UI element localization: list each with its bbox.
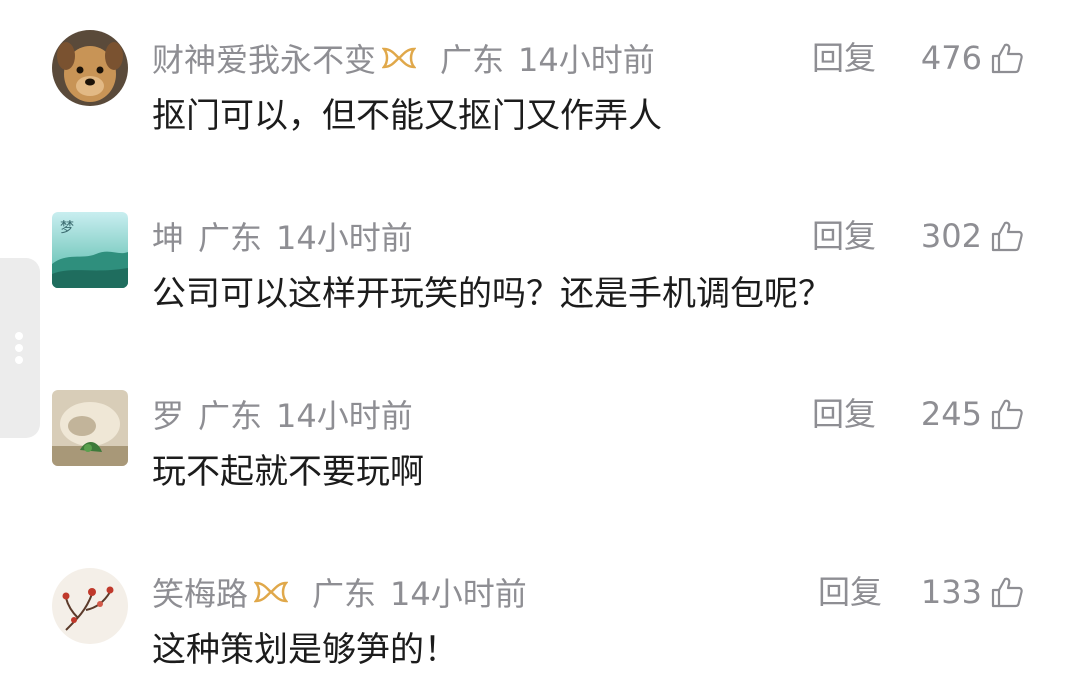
reply-button[interactable]: 回复 bbox=[812, 214, 876, 258]
username[interactable]: 笑梅路 bbox=[152, 569, 248, 615]
handle-dot bbox=[15, 344, 23, 352]
timestamp: 14小时前 bbox=[276, 397, 413, 435]
avatar-text: 梦 bbox=[60, 220, 74, 236]
handle-dot bbox=[15, 356, 23, 364]
thumbs-up-icon bbox=[990, 397, 1024, 431]
avatar[interactable] bbox=[52, 390, 128, 466]
comment-meta: 坤 广东 14小时前 bbox=[152, 214, 413, 258]
reply-button[interactable]: 回复 bbox=[812, 392, 876, 436]
location: 广东 bbox=[440, 41, 505, 79]
like-count: 302 bbox=[920, 217, 982, 255]
timestamp: 14小时前 bbox=[276, 219, 413, 257]
like-count: 245 bbox=[920, 395, 982, 433]
location: 广东 bbox=[198, 219, 263, 257]
comment-meta: 财神爱我永不变 广东 14小时前 bbox=[152, 36, 655, 80]
avatar[interactable]: 梦 bbox=[52, 212, 128, 288]
comment-meta: 笑梅路 广东 14小时前 bbox=[152, 570, 527, 614]
avatar[interactable] bbox=[52, 30, 128, 106]
username[interactable]: 罗 bbox=[152, 391, 184, 437]
location: 广东 bbox=[198, 397, 263, 435]
thumbs-up-icon bbox=[990, 41, 1024, 75]
like-button[interactable]: 133 bbox=[921, 570, 1024, 614]
timestamp: 14小时前 bbox=[390, 575, 527, 613]
like-button[interactable]: 302 bbox=[921, 214, 1024, 258]
like-button[interactable]: 245 bbox=[921, 392, 1024, 436]
gold-ribbon-badge-icon bbox=[254, 580, 289, 604]
location: 广东 bbox=[312, 575, 377, 613]
reply-button[interactable]: 回复 bbox=[812, 36, 876, 80]
timestamp: 14小时前 bbox=[518, 41, 655, 79]
like-button[interactable]: 476 bbox=[921, 36, 1024, 80]
username[interactable]: 坤 bbox=[152, 213, 184, 259]
comment-text: 这种策划是够笋的！ bbox=[152, 630, 458, 670]
side-drawer-handle[interactable] bbox=[0, 258, 40, 438]
comment-text: 抠门可以，但不能又抠门又作弄人 bbox=[152, 96, 662, 136]
handle-dot bbox=[15, 332, 23, 340]
comment-text: 公司可以这样开玩笑的吗？还是手机调包呢？ bbox=[152, 274, 832, 314]
comment-meta: 罗 广东 14小时前 bbox=[152, 392, 413, 436]
avatar[interactable] bbox=[52, 568, 128, 644]
reply-button[interactable]: 回复 bbox=[818, 570, 882, 614]
username[interactable]: 财神爱我永不变 bbox=[152, 35, 376, 81]
comment-text: 玩不起就不要玩啊 bbox=[152, 452, 424, 492]
like-count: 133 bbox=[920, 573, 982, 611]
gold-ribbon-badge-icon bbox=[382, 46, 417, 70]
like-count: 476 bbox=[920, 39, 982, 77]
thumbs-up-icon bbox=[990, 219, 1024, 253]
thumbs-up-icon bbox=[990, 575, 1024, 609]
